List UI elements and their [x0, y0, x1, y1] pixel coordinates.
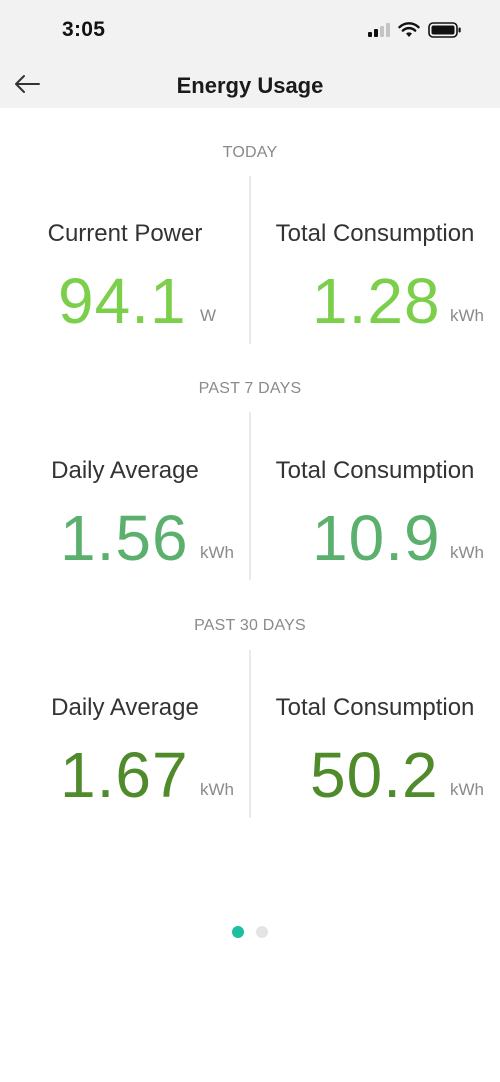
- stat-label: Daily Average: [51, 457, 199, 484]
- stat-label: Current Power: [47, 220, 203, 247]
- stat-unit: W: [200, 306, 217, 325]
- system-icons: [368, 20, 462, 40]
- stat-unit: kWh: [200, 543, 234, 562]
- section-divider: [249, 650, 251, 818]
- stat-label: Daily Average: [51, 694, 199, 721]
- stat-label: Total Consumption: [275, 694, 475, 721]
- status-time: 3:05: [62, 18, 106, 41]
- stat-label: Total Consumption: [275, 457, 475, 484]
- stat-unit: kWh: [450, 543, 484, 562]
- navigation-bar: Energy Usage: [0, 60, 500, 108]
- battery-icon: [428, 22, 461, 38]
- section-label-past-7-days: PAST 7 DAYS: [198, 380, 302, 397]
- stat-unit: kWh: [200, 780, 234, 799]
- section-divider: [249, 176, 251, 344]
- page-dot-1[interactable]: [232, 926, 244, 938]
- stat-value: 1.28: [312, 265, 441, 337]
- stat-label: Total Consumption: [275, 220, 475, 247]
- page-title: Energy Usage: [176, 73, 324, 98]
- stat-unit: kWh: [450, 780, 484, 799]
- stat-value: 1.67: [60, 739, 189, 811]
- stat-value: 94.1: [58, 265, 187, 337]
- section-label-past-30-days: PAST 30 DAYS: [194, 617, 306, 634]
- page-dot-2[interactable]: [256, 926, 268, 938]
- wifi-icon: [398, 22, 420, 37]
- stat-value: 50.2: [310, 739, 439, 811]
- status-bar: 3:05: [0, 0, 500, 60]
- section-label-today: TODAY: [222, 144, 278, 161]
- section-divider: [249, 412, 251, 580]
- stat-value: 1.56: [60, 502, 189, 574]
- cellular-signal-icon: [368, 23, 390, 37]
- stat-unit: kWh: [450, 306, 484, 325]
- page-indicator: [0, 926, 500, 938]
- stat-value: 10.9: [312, 502, 441, 574]
